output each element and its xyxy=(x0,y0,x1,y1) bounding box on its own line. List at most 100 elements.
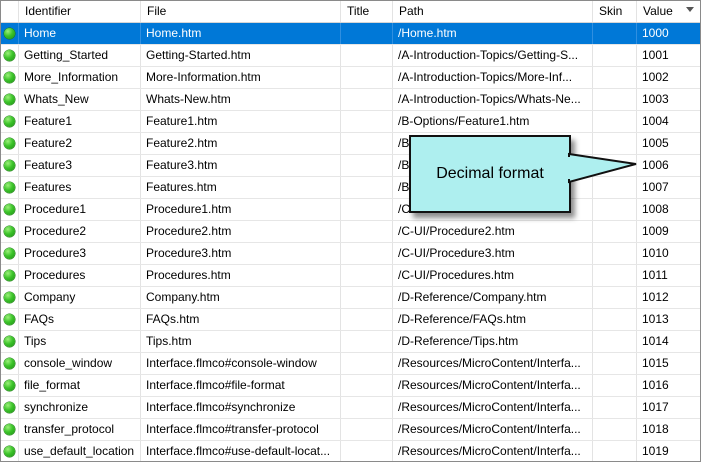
cell-file[interactable]: Feature3.htm xyxy=(141,155,341,176)
cell-value[interactable]: 1017 xyxy=(637,397,700,418)
cell-file[interactable]: Feature1.htm xyxy=(141,111,341,132)
cell-title[interactable] xyxy=(341,23,393,44)
table-row[interactable]: Company Company.htm/D-Reference/Company.h… xyxy=(1,287,700,309)
cell-value[interactable]: 1013 xyxy=(637,309,700,330)
table-row[interactable]: use_default_location Interface.flmco#use-… xyxy=(1,441,700,461)
cell-identifier[interactable]: Features xyxy=(19,177,141,198)
cell-skin[interactable] xyxy=(593,243,637,264)
cell-value[interactable]: 1007 xyxy=(637,177,700,198)
cell-value[interactable]: 1003 xyxy=(637,89,700,110)
cell-skin[interactable] xyxy=(593,111,637,132)
cell-path[interactable]: /D-Reference/Company.htm xyxy=(393,287,593,308)
cell-file[interactable]: Home.htm xyxy=(141,23,341,44)
cell-skin[interactable] xyxy=(593,441,637,461)
cell-file[interactable]: Interface.flmco#use-default-locat... xyxy=(141,441,341,461)
table-row[interactable]: synchronize Interface.flmco#synchronize/R… xyxy=(1,397,700,419)
cell-title[interactable] xyxy=(341,441,393,461)
cell-title[interactable] xyxy=(341,199,393,220)
cell-title[interactable] xyxy=(341,67,393,88)
cell-path[interactable]: /D-Reference/FAQs.htm xyxy=(393,309,593,330)
cell-file[interactable]: More-Information.htm xyxy=(141,67,341,88)
cell-path[interactable]: /B-Options/Feature1.htm xyxy=(393,111,593,132)
cell-file[interactable]: Interface.flmco#synchronize xyxy=(141,397,341,418)
cell-skin[interactable] xyxy=(593,23,637,44)
cell-identifier[interactable]: Tips xyxy=(19,331,141,352)
cell-value[interactable]: 1006 xyxy=(637,155,700,176)
cell-identifier[interactable]: Whats_New xyxy=(19,89,141,110)
cell-identifier[interactable]: Feature3 xyxy=(19,155,141,176)
cell-value[interactable]: 1015 xyxy=(637,353,700,374)
cell-identifier[interactable]: transfer_protocol xyxy=(19,419,141,440)
cell-path[interactable]: /C-UI/Procedures.htm xyxy=(393,265,593,286)
cell-file[interactable]: Interface.flmco#transfer-protocol xyxy=(141,419,341,440)
cell-skin[interactable] xyxy=(593,199,637,220)
cell-title[interactable] xyxy=(341,397,393,418)
header-path[interactable]: Path xyxy=(393,1,593,22)
cell-path[interactable]: /Home.htm xyxy=(393,23,593,44)
cell-path[interactable]: /Resources/MicroContent/Interfa... xyxy=(393,375,593,396)
cell-skin[interactable] xyxy=(593,331,637,352)
cell-identifier[interactable]: file_format xyxy=(19,375,141,396)
cell-title[interactable] xyxy=(341,309,393,330)
cell-value[interactable]: 1016 xyxy=(637,375,700,396)
cell-title[interactable] xyxy=(341,353,393,374)
cell-file[interactable]: Procedures.htm xyxy=(141,265,341,286)
table-row[interactable]: Procedures Procedures.htm/C-UI/Procedures… xyxy=(1,265,700,287)
cell-path[interactable]: /A-Introduction-Topics/Whats-Ne... xyxy=(393,89,593,110)
cell-title[interactable] xyxy=(341,155,393,176)
table-row[interactable]: Home Home.htm/Home.htm 1000 xyxy=(1,23,700,45)
cell-identifier[interactable]: Feature1 xyxy=(19,111,141,132)
cell-value[interactable]: 1010 xyxy=(637,243,700,264)
cell-title[interactable] xyxy=(341,331,393,352)
header-file[interactable]: File xyxy=(141,1,341,22)
cell-title[interactable] xyxy=(341,375,393,396)
header-title[interactable]: Title xyxy=(341,1,393,22)
cell-value[interactable]: 1012 xyxy=(637,287,700,308)
cell-skin[interactable] xyxy=(593,287,637,308)
cell-skin[interactable] xyxy=(593,375,637,396)
header-value[interactable]: Value xyxy=(637,1,700,22)
cell-title[interactable] xyxy=(341,243,393,264)
table-row[interactable]: Tips Tips.htm/D-Reference/Tips.htm 1014 xyxy=(1,331,700,353)
cell-identifier[interactable]: synchronize xyxy=(19,397,141,418)
cell-file[interactable]: Feature2.htm xyxy=(141,133,341,154)
cell-file[interactable]: Features.htm xyxy=(141,177,341,198)
cell-title[interactable] xyxy=(341,419,393,440)
cell-title[interactable] xyxy=(341,133,393,154)
cell-skin[interactable] xyxy=(593,89,637,110)
cell-file[interactable]: Interface.flmco#file-format xyxy=(141,375,341,396)
cell-value[interactable]: 1019 xyxy=(637,441,700,461)
cell-value[interactable]: 1009 xyxy=(637,221,700,242)
table-row[interactable]: Feature1 Feature1.htm/B-Options/Feature1.… xyxy=(1,111,700,133)
cell-identifier[interactable]: Procedure3 xyxy=(19,243,141,264)
cell-title[interactable] xyxy=(341,221,393,242)
table-row[interactable]: file_format Interface.flmco#file-format/R… xyxy=(1,375,700,397)
table-row[interactable]: More_Information More-Information.htm/A-I… xyxy=(1,67,700,89)
cell-skin[interactable] xyxy=(593,265,637,286)
cell-title[interactable] xyxy=(341,45,393,66)
cell-identifier[interactable]: use_default_location xyxy=(19,441,141,461)
cell-path[interactable]: /Resources/MicroContent/Interfa... xyxy=(393,441,593,461)
cell-value[interactable]: 1008 xyxy=(637,199,700,220)
cell-title[interactable] xyxy=(341,265,393,286)
cell-value[interactable]: 1018 xyxy=(637,419,700,440)
cell-file[interactable]: Getting-Started.htm xyxy=(141,45,341,66)
cell-value[interactable]: 1005 xyxy=(637,133,700,154)
table-row[interactable]: Procedure2 Procedure2.htm/C-UI/Procedure2… xyxy=(1,221,700,243)
cell-value[interactable]: 1011 xyxy=(637,265,700,286)
cell-title[interactable] xyxy=(341,287,393,308)
cell-value[interactable]: 1002 xyxy=(637,67,700,88)
cell-skin[interactable] xyxy=(593,309,637,330)
table-row[interactable]: transfer_protocol Interface.flmco#transfe… xyxy=(1,419,700,441)
cell-identifier[interactable]: console_window xyxy=(19,353,141,374)
cell-path[interactable]: /D-Reference/Tips.htm xyxy=(393,331,593,352)
table-row[interactable]: Getting_Started Getting-Started.htm/A-Int… xyxy=(1,45,700,67)
cell-identifier[interactable]: More_Information xyxy=(19,67,141,88)
table-row[interactable]: Procedure1Procedure1.htm/C-UI/Procedure1… xyxy=(1,199,700,221)
cell-file[interactable]: Tips.htm xyxy=(141,331,341,352)
cell-path[interactable]: /C-UI/Procedure2.htm xyxy=(393,221,593,242)
header-identifier[interactable]: Identifier xyxy=(19,1,141,22)
cell-skin[interactable] xyxy=(593,353,637,374)
cell-file[interactable]: Procedure3.htm xyxy=(141,243,341,264)
cell-identifier[interactable]: Getting_Started xyxy=(19,45,141,66)
